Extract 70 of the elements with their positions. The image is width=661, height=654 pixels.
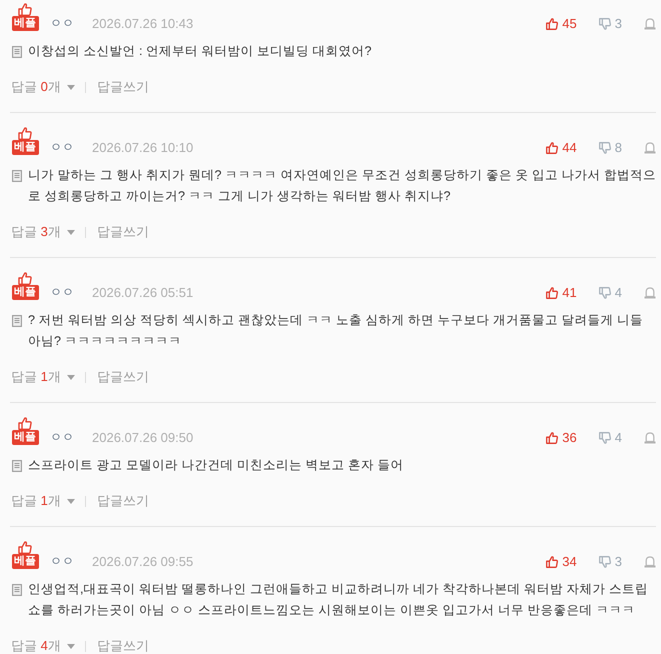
best-badge: 베플 — [12, 285, 38, 300]
document-icon — [12, 460, 22, 472]
downvote-button[interactable]: 4 — [598, 285, 622, 300]
write-reply-link[interactable]: 답글쓰기 — [96, 77, 149, 97]
thumbs-up-icon — [546, 432, 558, 444]
best-badge: 베플 — [12, 16, 38, 31]
thumbs-up-icon — [546, 556, 558, 568]
upvote-button[interactable]: 34 — [546, 554, 577, 569]
upvote-button[interactable]: 44 — [546, 140, 577, 155]
caret-icon — [66, 498, 75, 504]
thumbs-up-icon — [18, 417, 32, 430]
caret-icon — [66, 84, 75, 90]
comment-text: 이창섭의 소신발언 : 언제부터 워터밤이 보디빌딩 대회였어? — [28, 43, 372, 60]
siren-icon[interactable] — [644, 18, 656, 30]
comment-text: 스프라이트 광고 모델이라 나간건데 미친소리는 벽보고 혼자 들어 — [28, 457, 404, 474]
comment-date: 2026.07.26 10:43 — [92, 16, 194, 31]
downvote-button[interactable]: 3 — [598, 16, 622, 31]
upvote-button[interactable]: 36 — [546, 430, 577, 445]
thumbs-down-icon — [598, 286, 611, 298]
replies-toggle[interactable]: 답글 1개 — [11, 367, 75, 387]
replies-toggle[interactable]: 답글 0개 — [11, 77, 75, 97]
upvote-button[interactable]: 45 — [546, 16, 577, 31]
document-icon — [12, 584, 22, 596]
document-icon — [12, 46, 22, 58]
username: ㅇㅇ — [50, 554, 74, 569]
document-icon — [12, 315, 22, 327]
thumbs-down-icon — [598, 18, 611, 30]
caret-icon — [66, 230, 75, 234]
downvote-button[interactable]: 8 — [598, 140, 622, 155]
downvote-button[interactable]: 3 — [598, 554, 622, 569]
best-badge: 베플 — [12, 554, 38, 569]
replies-toggle[interactable]: 답글 4개 — [11, 636, 75, 654]
comment-text: 니가 말하는 그 행사 취지가 뭔데? ㅋㅋㅋㅋ 여자연예인은 무조건 성희롱당하기 좋은 옷 입고 나가서 합법적으로 성희롱당하고 까이는거? ㅋㅋ 그게 니가 생각하는 워터밤 행사 취지냐? — [28, 167, 656, 205]
siren-icon[interactable] — [644, 142, 656, 154]
thumbs-down-icon — [598, 556, 611, 568]
write-reply-link[interactable]: 답글쓰기 — [96, 367, 149, 387]
caret-icon — [66, 644, 75, 648]
comment-text: 인생업적,대표곡이 워터밤 떨롱하나인 그런애들하고 비교하려니까 네가 착각하나본데 워터밤 자체가 스트립쇼를 하러가는곳이 아님 ㅇㅇ 스프라이트느낌오는 시원해보이는 이쁜옷 입고가서 너무 반응좋은데 ㅋㅋㅋ — [28, 581, 649, 619]
comment-date: 2026.07.26 09:50 — [92, 430, 194, 445]
username: ㅇㅇ — [50, 430, 74, 445]
thumbs-up-icon — [18, 3, 32, 16]
thumbs-up-icon — [18, 127, 32, 140]
thumbs-up-icon — [18, 541, 32, 554]
username: ㅇㅇ — [50, 16, 74, 31]
thumbs-up-icon — [546, 142, 558, 154]
username: ㅇㅇ — [50, 140, 74, 155]
siren-icon[interactable] — [644, 432, 656, 444]
caret-icon — [66, 374, 75, 380]
username: ㅇㅇ — [50, 285, 74, 300]
upvote-button[interactable]: 41 — [546, 285, 577, 300]
downvote-button[interactable]: 4 — [598, 430, 622, 445]
comment-date: 2026.07.26 05:51 — [92, 285, 194, 300]
replies-toggle[interactable]: 답글 1개 — [11, 491, 75, 511]
replies-toggle[interactable]: 답글 3개 — [11, 222, 75, 242]
best-badge: 베플 — [12, 430, 38, 445]
write-reply-link[interactable]: 답글쓰기 — [96, 222, 149, 242]
document-icon — [12, 170, 22, 182]
thumbs-up-icon — [18, 272, 32, 285]
comment-date: 2026.07.26 09:55 — [92, 554, 194, 569]
siren-icon[interactable] — [644, 286, 656, 298]
write-reply-link[interactable]: 답글쓰기 — [96, 636, 149, 654]
siren-icon[interactable] — [644, 556, 656, 568]
write-reply-link[interactable]: 답글쓰기 — [96, 491, 149, 511]
comment-date: 2026.07.26 10:10 — [92, 140, 194, 155]
thumbs-down-icon — [598, 142, 611, 154]
thumbs-up-icon — [546, 286, 558, 298]
best-badge: 베플 — [12, 140, 38, 155]
thumbs-down-icon — [598, 432, 611, 444]
thumbs-up-icon — [546, 18, 558, 30]
comment-text: ? 저번 워터밤 의상 적당히 섹시하고 괜찮았는데 ㅋㅋ 노출 심하게 하면 누구보다 개거품물고 달려들게 니들 아님? ㅋㅋㅋㅋㅋㅋㅋㅋㅋ — [28, 312, 644, 350]
